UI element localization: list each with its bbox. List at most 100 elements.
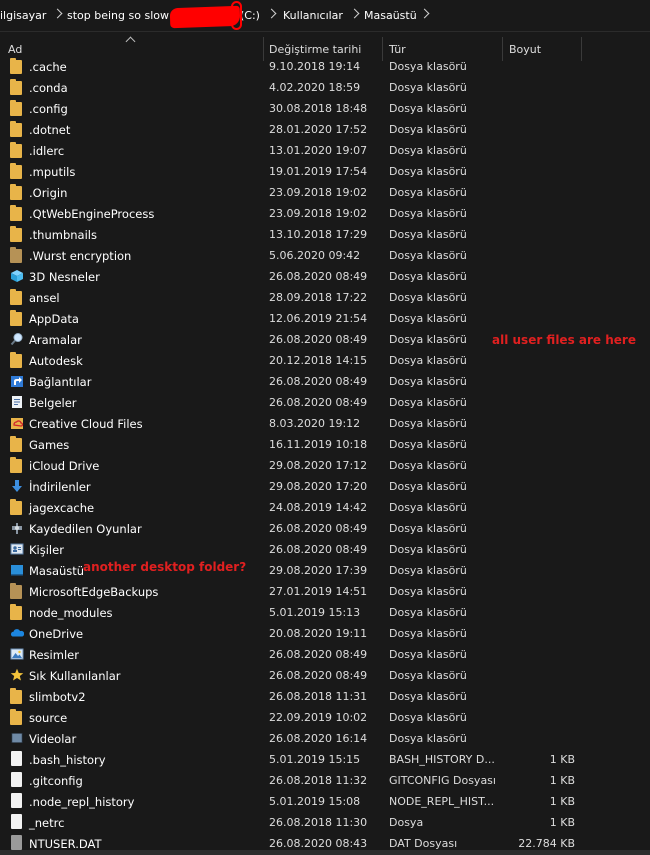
modified-date: 5.01.2019 15:08 — [269, 795, 361, 808]
table-row[interactable]: source 22.09.2019 10:02 Dosya klasörü — [0, 707, 650, 728]
file-type: Dosya klasörü — [389, 354, 467, 367]
table-row[interactable]: Resimler 26.08.2020 08:49 Dosya klasörü — [0, 644, 650, 665]
file-type: Dosya klasörü — [389, 480, 467, 493]
file-type: Dosya klasörü — [389, 123, 467, 136]
breadcrumb-drive-letter[interactable]: (C:) — [240, 9, 260, 22]
table-row[interactable]: Creative Cloud Files 8.03.2020 19:12 Dosya… — [0, 413, 650, 434]
file-icon — [11, 772, 22, 787]
file-name: İndirilenler — [29, 480, 91, 494]
address-bar[interactable]: ilgisayar stop being so slow (C:) Kullan… — [0, 0, 650, 32]
table-row[interactable]: Kişiler 26.08.2020 08:49 Dosya klasörü — [0, 539, 650, 560]
table-row[interactable]: .bash_history 5.01.2019 15:15 BASH_HISTORY… — [0, 749, 650, 770]
file-name: Bağlantılar — [29, 375, 92, 389]
breadcrumb-drive-name[interactable]: stop being so slow — [67, 9, 169, 22]
file-type: Dosya klasörü — [389, 522, 467, 535]
table-row[interactable]: .gitconfig 26.08.2018 11:32 GITCONFIG Dosy… — [0, 770, 650, 791]
table-row[interactable]: .QtWebEngineProcess 23.09.2018 19:02 Dosya… — [0, 203, 650, 224]
table-row[interactable]: .node_repl_history 5.01.2019 15:08 NODE_RE… — [0, 791, 650, 812]
column-header-size[interactable]: Boyut — [509, 43, 541, 56]
table-row[interactable]: AppData 12.06.2019 21:54 Dosya klasörü — [0, 308, 650, 329]
file-name: Masaüstü — [29, 564, 85, 578]
table-row[interactable]: Videolar 26.08.2020 16:14 Dosya klasörü — [0, 728, 650, 749]
table-row[interactable]: Bağlantılar 26.08.2020 08:49 Dosya klasörü — [0, 371, 650, 392]
table-row[interactable]: .Origin 23.09.2018 19:02 Dosya klasörü — [0, 182, 650, 203]
links-icon — [10, 374, 24, 388]
table-row[interactable]: Autodesk 20.12.2018 14:15 Dosya klasörü — [0, 350, 650, 371]
horizontal-scrollbar[interactable] — [0, 850, 650, 855]
column-header-date[interactable]: Değiştirme tarihi — [269, 43, 361, 56]
file-type: Dosya klasörü — [389, 60, 467, 73]
table-row[interactable]: Belgeler 26.08.2020 08:49 Dosya klasörü — [0, 392, 650, 413]
file-type: Dosya klasörü — [389, 711, 467, 724]
table-row[interactable]: Kaydedilen Oyunlar 26.08.2020 08:49 Dosya … — [0, 518, 650, 539]
table-row[interactable]: Games 16.11.2019 10:18 Dosya klasörü — [0, 434, 650, 455]
favorites-icon — [10, 668, 24, 682]
file-type: Dosya klasörü — [389, 648, 467, 661]
table-row[interactable]: .mputils 19.01.2019 17:54 Dosya klasörü — [0, 161, 650, 182]
table-row[interactable]: jagexcache 24.08.2019 14:42 Dosya klasörü — [0, 497, 650, 518]
table-row[interactable]: .thumbnails 13.10.2018 17:29 Dosya klasörü — [0, 224, 650, 245]
file-type: GITCONFIG Dosyası — [389, 774, 496, 787]
modified-date: 24.08.2019 14:42 — [269, 501, 368, 514]
file-name: NTUSER.DAT — [29, 837, 102, 851]
table-row[interactable]: .config 30.08.2018 18:48 Dosya klasörü — [0, 98, 650, 119]
table-row[interactable]: OneDrive 20.08.2020 19:11 Dosya klasörü — [0, 623, 650, 644]
file-size: 1 KB — [549, 816, 575, 829]
file-name: .Wurst encryption — [29, 249, 132, 263]
file-name: .QtWebEngineProcess — [29, 207, 155, 221]
breadcrumb-computer[interactable]: ilgisayar — [0, 9, 46, 22]
annotation-user-files: all user files are here — [492, 333, 636, 347]
table-row[interactable]: .dotnet 28.01.2020 17:52 Dosya klasörü — [0, 119, 650, 140]
file-name: _netrc — [29, 816, 65, 830]
table-row[interactable]: .conda 4.02.2020 18:59 Dosya klasörü — [0, 77, 650, 98]
modified-date: 29.08.2020 17:39 — [269, 564, 368, 577]
modified-date: 26.08.2020 08:49 — [269, 270, 368, 283]
breadcrumb-users[interactable]: Kullanıcılar — [283, 9, 343, 22]
column-header-type[interactable]: Tür — [389, 43, 406, 56]
file-name: .gitconfig — [29, 774, 83, 788]
chevron-right-icon[interactable] — [266, 8, 277, 19]
file-type: Dosya klasörü — [389, 564, 467, 577]
folder-icon — [10, 457, 22, 473]
breadcrumb-desktop[interactable]: Masaüstü — [364, 9, 417, 22]
file-name: .node_repl_history — [29, 795, 135, 809]
videos-icon — [10, 731, 24, 745]
file-size: 1 KB — [549, 795, 575, 808]
table-row[interactable]: 3D Nesneler 26.08.2020 08:49 Dosya klasörü — [0, 266, 650, 287]
table-row[interactable]: .idlerc 13.01.2020 19:07 Dosya klasörü — [0, 140, 650, 161]
file-type: Dosya klasörü — [389, 627, 467, 640]
table-row[interactable]: Sık Kullanılanlar 26.08.2020 08:49 Dosya k… — [0, 665, 650, 686]
table-row[interactable]: iCloud Drive 29.08.2020 17:12 Dosya klasör… — [0, 455, 650, 476]
folder-icon — [10, 709, 22, 725]
chevron-right-icon[interactable] — [52, 8, 63, 19]
folder-icon — [10, 163, 22, 179]
file-name: Kişiler — [29, 543, 64, 557]
file-name: Aramalar — [29, 333, 82, 347]
folder-icon — [10, 226, 22, 242]
table-row[interactable]: .cache 9.10.2018 19:14 Dosya klasörü — [0, 56, 650, 77]
table-row[interactable]: node_modules 5.01.2019 15:13 Dosya klasörü — [0, 602, 650, 623]
file-name: AppData — [29, 312, 79, 326]
file-type: DAT Dosyası — [389, 837, 458, 850]
table-row[interactable]: İndirilenler 29.08.2020 17:20 Dosya klasör… — [0, 476, 650, 497]
table-row[interactable]: _netrc 26.08.2018 11:30 Dosya 1 KB — [0, 812, 650, 833]
file-type: Dosya klasörü — [389, 228, 467, 241]
contacts-icon — [10, 542, 24, 556]
table-row[interactable]: MicrosoftEdgeBackups 27.01.2019 14:51 Dosy… — [0, 581, 650, 602]
file-type: Dosya klasörü — [389, 207, 467, 220]
file-type: Dosya klasörü — [389, 417, 467, 430]
file-size: 22.784 KB — [518, 837, 575, 850]
column-header-name[interactable]: Ad — [8, 43, 22, 56]
chevron-right-icon[interactable] — [419, 8, 430, 19]
modified-date: 26.08.2018 11:32 — [269, 774, 368, 787]
table-row[interactable]: ansel 28.09.2018 17:22 Dosya klasörü — [0, 287, 650, 308]
folder-icon — [10, 205, 22, 221]
modified-date: 26.08.2020 08:49 — [269, 522, 368, 535]
file-name: jagexcache — [29, 501, 95, 515]
folder-icon — [10, 604, 22, 620]
table-row[interactable]: .Wurst encryption 5.06.2020 09:42 Dosya kl… — [0, 245, 650, 266]
file-type: BASH_HISTORY D... — [389, 753, 495, 766]
table-row[interactable]: slimbotv2 26.08.2018 11:31 Dosya klasörü — [0, 686, 650, 707]
file-name: .conda — [29, 81, 68, 95]
chevron-right-icon[interactable] — [349, 8, 360, 19]
